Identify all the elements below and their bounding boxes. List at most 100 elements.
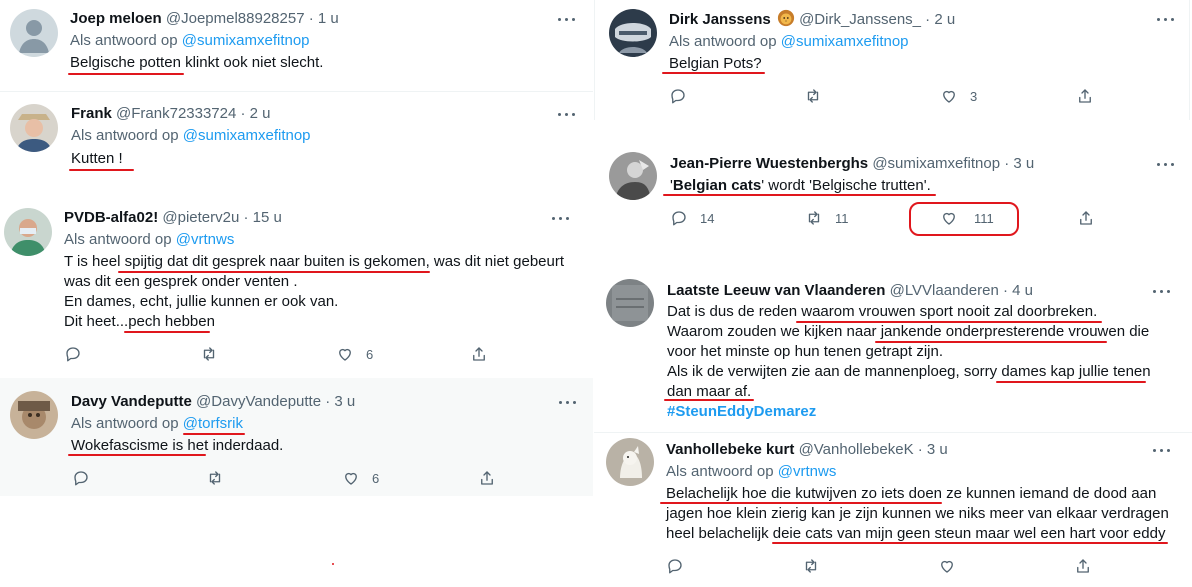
handle-and-time[interactable]: @LVVlaanderen · 4 u bbox=[890, 282, 1033, 299]
display-name[interactable]: Dirk Janssens bbox=[669, 11, 771, 28]
share-icon bbox=[1080, 211, 1092, 225]
display-name[interactable]: Vanhollebeke kurt bbox=[666, 441, 794, 458]
mention-link[interactable]: @sumixamxefitnop bbox=[183, 127, 311, 144]
reply-button[interactable] bbox=[64, 344, 82, 364]
tweet-text: T is heel spijtig dat dit gesprek naar b… bbox=[64, 253, 565, 330]
handle-and-time[interactable]: @Joepmel88928257 · 1 u bbox=[166, 10, 339, 27]
retweet-button[interactable] bbox=[802, 556, 820, 576]
annotation-underline bbox=[996, 381, 1146, 383]
heart-icon bbox=[345, 472, 357, 485]
mention-link[interactable]: @sumixamxefitnop bbox=[781, 33, 909, 50]
mention-link[interactable]: @vrtnws bbox=[778, 463, 837, 480]
more-options-icon[interactable] bbox=[1151, 440, 1175, 460]
user-avatar[interactable] bbox=[609, 9, 657, 57]
share-button[interactable] bbox=[1074, 556, 1092, 576]
reply-icon bbox=[672, 211, 686, 226]
user-avatar[interactable] bbox=[606, 438, 654, 486]
tweet-actions: 3 bbox=[669, 86, 1099, 106]
share-button[interactable] bbox=[1077, 208, 1095, 228]
user-avatar[interactable] bbox=[606, 279, 654, 327]
reply-context: Als antwoord op @sumixamxefitnop bbox=[71, 127, 311, 144]
retweet-button[interactable] bbox=[206, 468, 224, 488]
left-screenshot-column: Joep meloen @Joepmel88928257 · 1 u Als a… bbox=[0, 0, 593, 587]
reply-icon bbox=[66, 347, 80, 362]
handle-and-time[interactable]: @sumixamxefitnop · 3 u bbox=[872, 155, 1034, 172]
stray-red-dot bbox=[332, 563, 334, 565]
tweet-actions: 6 bbox=[72, 468, 502, 488]
display-name[interactable]: Jean-Pierre Wuestenberghs bbox=[670, 155, 868, 172]
mention-link[interactable]: @torfsrik bbox=[183, 415, 243, 432]
tweet-text: 'Belgian cats' wordt 'Belgische trutten'… bbox=[670, 177, 931, 194]
reply-button[interactable] bbox=[669, 86, 687, 106]
mention-link[interactable]: @sumixamxefitnop bbox=[182, 32, 310, 49]
like-button[interactable]: 6 bbox=[336, 344, 373, 364]
user-avatar[interactable] bbox=[4, 208, 52, 256]
more-options-icon[interactable] bbox=[1155, 154, 1179, 174]
display-name[interactable]: PVDB-alfa02! bbox=[64, 209, 158, 226]
retweet-icon bbox=[805, 559, 817, 573]
share-icon bbox=[1079, 89, 1091, 103]
user-avatar[interactable] bbox=[10, 104, 58, 152]
reply-button[interactable]: 14 bbox=[670, 208, 714, 228]
retweet-button[interactable]: 11 bbox=[805, 208, 849, 228]
tweet-frank[interactable]: Frank @Frank72333724 · 2 u Als antwoord … bbox=[0, 92, 593, 192]
tweet-davy-vandeputte[interactable]: Davy Vandeputte @DavyVandeputte · 3 u Al… bbox=[0, 378, 593, 496]
annotation-underline bbox=[875, 341, 1107, 343]
share-button[interactable] bbox=[470, 344, 488, 364]
tweet-laatste-leeuw[interactable]: Laatste Leeuw van Vlaanderen @LVVlaander… bbox=[594, 270, 1192, 428]
handle-and-time[interactable]: @Dirk_Janssens_ · 2 u bbox=[799, 11, 955, 28]
reply-button[interactable] bbox=[666, 556, 684, 576]
hashtag-link[interactable]: #SteunEddyDemarez bbox=[667, 402, 1151, 422]
share-icon bbox=[1077, 559, 1089, 573]
more-options-icon[interactable] bbox=[1151, 281, 1175, 301]
tweet-header: Dirk Janssens @Dirk_Janssens_ · 2 u bbox=[669, 9, 955, 30]
tweet-jean-pierre-wuestenberghs[interactable]: Jean-Pierre Wuestenberghs @sumixamxefitn… bbox=[594, 146, 1192, 246]
divider bbox=[594, 432, 1192, 433]
retweet-button[interactable] bbox=[200, 344, 218, 364]
share-icon bbox=[473, 347, 485, 361]
default-avatar[interactable] bbox=[10, 9, 58, 57]
like-button[interactable]: 6 bbox=[342, 468, 379, 488]
retweet-icon bbox=[203, 347, 215, 361]
display-name[interactable]: Davy Vandeputte bbox=[71, 393, 192, 410]
user-avatar[interactable] bbox=[609, 152, 657, 200]
display-name[interactable]: Frank bbox=[71, 105, 112, 122]
handle-and-time[interactable]: @DavyVandeputte · 3 u bbox=[196, 393, 355, 410]
share-button[interactable] bbox=[478, 468, 496, 488]
reply-count: 14 bbox=[700, 210, 715, 226]
more-options-icon[interactable] bbox=[557, 392, 581, 412]
like-button[interactable] bbox=[938, 556, 956, 576]
reply-context: Als antwoord op @vrtnws bbox=[666, 463, 837, 480]
tweet-actions bbox=[666, 556, 1096, 576]
display-name[interactable]: Laatste Leeuw van Vlaanderen bbox=[667, 282, 885, 299]
share-button[interactable] bbox=[1076, 86, 1094, 106]
retweet-icon bbox=[807, 89, 819, 103]
mention-link[interactable]: @vrtnws bbox=[176, 231, 235, 248]
handle-and-time[interactable]: @pieterv2u · 15 u bbox=[162, 209, 281, 226]
lion-emoji-icon bbox=[777, 9, 795, 27]
tweet-text: Belgische potten klinkt ook niet slecht. bbox=[70, 54, 324, 71]
reply-icon bbox=[671, 89, 685, 104]
more-options-icon[interactable] bbox=[550, 208, 574, 228]
annotation-underline bbox=[772, 542, 1168, 544]
like-button[interactable]: 3 bbox=[940, 86, 977, 106]
tweet-header: Vanhollebeke kurt @VanhollebekeK · 3 u bbox=[666, 440, 948, 460]
more-options-icon[interactable] bbox=[1155, 9, 1179, 29]
annotation-underline bbox=[124, 331, 210, 333]
tweet-pvdb-alfa02[interactable]: PVDB-alfa02! @pieterv2u · 15 u Als antwo… bbox=[0, 197, 593, 377]
display-name[interactable]: Joep meloen bbox=[70, 10, 162, 27]
tweet-text: Kutten ! bbox=[71, 150, 123, 167]
tweet-dirk-janssens[interactable]: Dirk Janssens @Dirk_Janssens_ · 2 u Als … bbox=[594, 0, 1192, 120]
retweet-button[interactable] bbox=[804, 86, 822, 106]
annotation-underline bbox=[663, 194, 936, 196]
handle-and-time[interactable]: @Frank72333724 · 2 u bbox=[116, 105, 271, 122]
more-options-icon[interactable] bbox=[556, 104, 580, 124]
handle-and-time[interactable]: @VanhollebekeK · 3 u bbox=[799, 441, 948, 458]
reply-button[interactable] bbox=[72, 468, 90, 488]
annotation-underline bbox=[660, 502, 942, 504]
tweet-vanhollebeke-kurt[interactable]: Vanhollebeke kurt @VanhollebekeK · 3 u A… bbox=[594, 432, 1192, 587]
tweet-joep-meloen[interactable]: Joep meloen @Joepmel88928257 · 1 u Als a… bbox=[0, 0, 593, 91]
more-options-icon[interactable] bbox=[556, 9, 580, 29]
user-avatar[interactable] bbox=[10, 391, 58, 439]
annotation-underline bbox=[69, 169, 134, 171]
